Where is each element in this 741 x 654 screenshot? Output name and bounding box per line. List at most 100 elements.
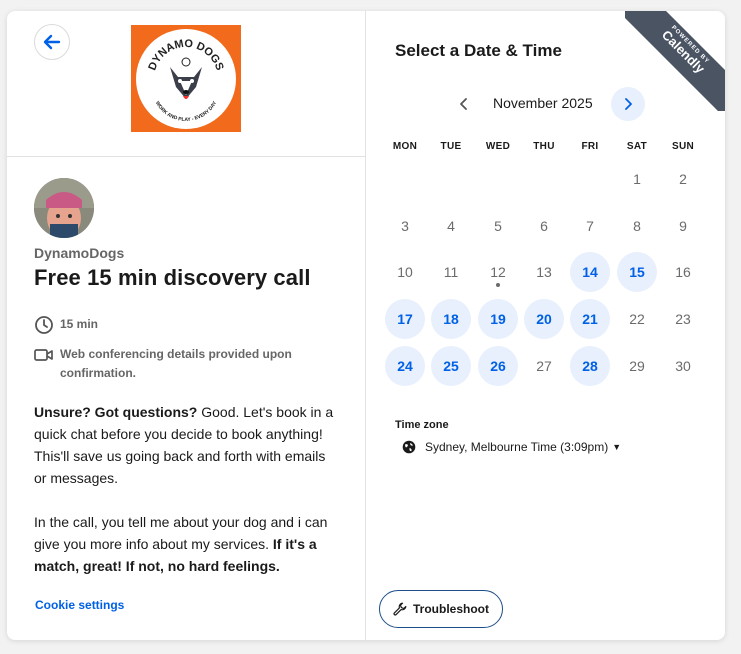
previous-month-button[interactable] [454, 94, 474, 114]
svg-text:DYNAMO DOGS: DYNAMO DOGS [146, 38, 225, 72]
dynamo-dogs-logo: DYNAMO DOGS WORK AND PLAY - EVERY DAY [131, 25, 241, 132]
chevron-left-icon [460, 98, 467, 110]
calendar-day-number: 14 [582, 264, 598, 280]
calendar-day-26[interactable]: 26 [478, 346, 518, 386]
calendar-day-8: 8 [617, 206, 657, 246]
video-camera-icon [34, 349, 53, 361]
calendar-day-number: 3 [401, 218, 409, 234]
calendar-day-number: 27 [536, 358, 552, 374]
clock-icon [35, 316, 53, 334]
cookie-settings-link[interactable]: Cookie settings [35, 598, 124, 612]
calendar-day-16: 16 [663, 252, 703, 292]
calendar-day-11: 11 [431, 252, 471, 292]
calendar-day-number: 19 [490, 311, 506, 327]
calendar-day-10: 10 [385, 252, 425, 292]
calendar-day-12: 12 [478, 252, 518, 292]
calendar-day-21[interactable]: 21 [570, 299, 610, 339]
weekday-fri: FRI [581, 141, 599, 152]
calendar-panel: POWERED BY Calendly Select a Date & Time… [366, 11, 725, 640]
calendar-day-19[interactable]: 19 [478, 299, 518, 339]
calendar-day-number: 4 [447, 218, 455, 234]
weekday-sun: SUN [671, 141, 694, 152]
calendar-day-6: 6 [524, 206, 564, 246]
calendar-day-27: 27 [524, 346, 564, 386]
logo-tagline: WORK AND PLAY - EVERY DAY [154, 100, 219, 123]
calendar-day-number: 10 [397, 264, 413, 280]
booking-card: DYNAMO DOGS WORK AND PLAY - EVERY DAY Dy… [7, 11, 725, 640]
calendar-day-number: 12 [490, 264, 506, 280]
calendar-day-number: 28 [582, 358, 598, 374]
globe-icon [402, 440, 416, 454]
calendar-day-17[interactable]: 17 [385, 299, 425, 339]
calendar-heading: Select a Date & Time [395, 41, 562, 60]
calendar-day-28[interactable]: 28 [570, 346, 610, 386]
wrench-icon [393, 602, 407, 616]
event-details-panel: DYNAMO DOGS WORK AND PLAY - EVERY DAY Dy… [7, 11, 366, 640]
calendar-day-number: 6 [540, 218, 548, 234]
calendar-day-number: 1 [633, 171, 641, 187]
weekday-wed: WED [485, 141, 511, 152]
duration-text: 15 min [60, 317, 99, 331]
duration-row: 15 min [34, 315, 98, 335]
today-indicator-dot [496, 283, 500, 287]
calendar-day-7: 7 [570, 206, 610, 246]
calendar-day-number: 22 [629, 311, 645, 327]
timezone-selector[interactable]: Sydney, Melbourne Time (3:09pm) ▼ [402, 440, 621, 454]
calendar-day-number: 8 [633, 218, 641, 234]
weekday-mon: MON [392, 141, 418, 152]
troubleshoot-label: Troubleshoot [413, 602, 489, 616]
next-month-button[interactable] [611, 87, 645, 121]
calendar-day-22: 22 [617, 299, 657, 339]
calendar-day-number: 2 [679, 171, 687, 187]
calendar-day-3: 3 [385, 206, 425, 246]
calendar-day-24[interactable]: 24 [385, 346, 425, 386]
timezone-value: Sydney, Melbourne Time (3:09pm) [425, 440, 609, 454]
organizer-avatar [34, 178, 94, 238]
location-row: Web conferencing details provided upon c… [34, 345, 304, 383]
svg-text:WORK AND PLAY - EVERY DAY: WORK AND PLAY - EVERY DAY [154, 100, 219, 123]
back-button[interactable] [34, 24, 70, 60]
calendar-day-1: 1 [617, 159, 657, 199]
calendar-day-number: 21 [582, 311, 598, 327]
calendar-day-23: 23 [663, 299, 703, 339]
calendar-day-number: 23 [675, 311, 691, 327]
calendar-day-number: 29 [629, 358, 645, 374]
calendar-day-25[interactable]: 25 [431, 346, 471, 386]
calendar-day-18[interactable]: 18 [431, 299, 471, 339]
calendar-day-number: 11 [443, 264, 459, 280]
current-month: November 2025 [493, 95, 593, 111]
calendar-day-number: 20 [536, 311, 552, 327]
calendar-day-number: 25 [443, 358, 459, 374]
weekday-thu: THU [533, 141, 555, 152]
weekday-tue: TUE [440, 141, 462, 152]
panel-divider [7, 156, 365, 157]
calendar-day-13: 13 [524, 252, 564, 292]
calendar-day-15[interactable]: 15 [617, 252, 657, 292]
calendar-day-4: 4 [431, 206, 471, 246]
caret-down-icon: ▼ [612, 442, 622, 452]
description-bold-lead: Unsure? Got questions? [34, 404, 198, 420]
logo-name: DYNAMO DOGS [146, 38, 225, 72]
calendar-day-30: 30 [663, 346, 703, 386]
location-text: Web conferencing details provided upon c… [60, 347, 292, 380]
calendar-day-number: 30 [675, 358, 691, 374]
calendar-day-number: 9 [679, 218, 687, 234]
calendar-day-2: 2 [663, 159, 703, 199]
timezone-label: Time zone [395, 419, 449, 431]
event-description: Unsure? Got questions? Good. Let's book … [34, 401, 339, 577]
calendar-day-20[interactable]: 20 [524, 299, 564, 339]
calendar-day-number: 18 [443, 311, 459, 327]
calendar-day-9: 9 [663, 206, 703, 246]
troubleshoot-button[interactable]: Troubleshoot [379, 590, 503, 628]
event-title: Free 15 min discovery call [34, 265, 311, 290]
arrow-left-icon [43, 34, 61, 50]
calendar-day-number: 24 [397, 358, 413, 374]
calendar-day-14[interactable]: 14 [570, 252, 610, 292]
calendar-day-number: 17 [397, 311, 413, 327]
chevron-right-icon [625, 98, 632, 110]
calendar-day-number: 13 [536, 264, 552, 280]
calendar-day-number: 15 [629, 264, 645, 280]
calendar-day-number: 26 [490, 358, 506, 374]
calendar-day-number: 16 [675, 264, 691, 280]
weekday-sat: SAT [626, 141, 648, 152]
